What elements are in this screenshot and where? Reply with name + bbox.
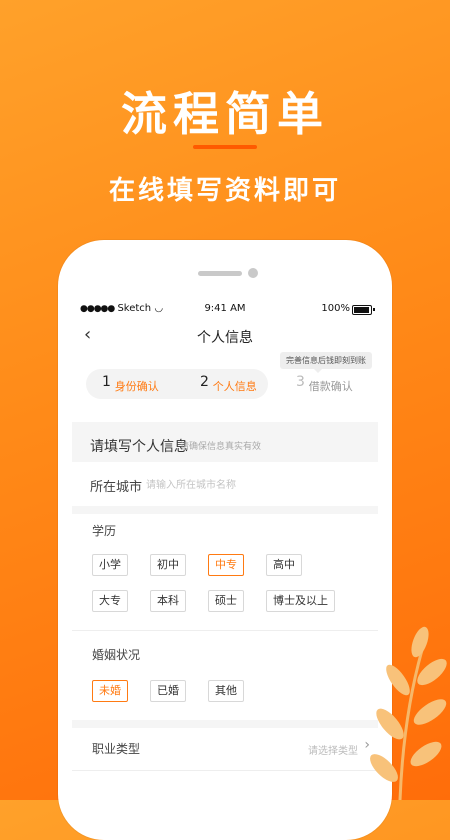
job-type-row[interactable]: 职业类型 请选择类型 › — [72, 730, 378, 766]
steps-tip: 完善信息后钱即刻到账 — [280, 352, 372, 373]
edu-option-primary[interactable]: 小学 — [92, 554, 128, 576]
job-type-label: 职业类型 — [92, 742, 141, 756]
edu-option-master[interactable]: 硕士 — [208, 590, 244, 612]
headline-divider — [193, 145, 257, 149]
promo-subheadline: 在线填写资料即可 — [108, 176, 341, 206]
city-row: 所在城市 — [72, 462, 378, 506]
city-label: 所在城市 — [90, 480, 143, 495]
battery-percent: 100% — [321, 303, 350, 314]
phone-speaker — [198, 271, 242, 276]
edu-option-vocational[interactable]: 中专 — [208, 554, 244, 576]
page-title: 个人信息 — [197, 330, 253, 346]
edu-option-college[interactable]: 大专 — [92, 590, 128, 612]
wheat-leaves-decoration — [370, 626, 447, 800]
section-title: 请填写个人信息 — [90, 439, 188, 455]
battery-icon — [352, 305, 372, 315]
edu-option-junior-high[interactable]: 初中 — [150, 554, 186, 576]
marital-option-married[interactable]: 已婚 — [150, 680, 186, 702]
progress-steps: 完善信息后钱即刻到账 1 身份确认 2 个人信息 3 借款确认 — [72, 352, 378, 414]
step-loan-confirm: 3 借款确认 — [296, 374, 353, 393]
status-bar: ●●●●● Sketch ◡ 9:41 AM 100% — [72, 300, 378, 318]
job-type-select[interactable]: 请选择类型 — [308, 742, 358, 757]
marital-option-single[interactable]: 未婚 — [92, 680, 128, 702]
education-label: 学历 — [92, 524, 117, 538]
step-personal-info: 2 个人信息 — [200, 374, 257, 393]
section-header: 请填写个人信息 请确保信息真实有效 — [72, 422, 378, 462]
city-input[interactable] — [144, 474, 348, 496]
section-subtitle: 请确保信息真实有效 — [180, 442, 262, 452]
promo-headline: 流程简单 — [121, 87, 329, 141]
phone-camera — [248, 268, 258, 278]
edu-option-bachelor[interactable]: 本科 — [150, 590, 186, 612]
edu-option-high-school[interactable]: 高中 — [266, 554, 302, 576]
step-identity: 1 身份确认 — [102, 374, 159, 393]
edu-option-doctor[interactable]: 博士及以上 — [266, 590, 335, 612]
nav-bar: ‹ 个人信息 — [72, 318, 378, 352]
marital-option-other[interactable]: 其他 — [208, 680, 244, 702]
marital-label: 婚姻状况 — [92, 648, 141, 662]
phone-screen: ●●●●● Sketch ◡ 9:41 AM 100% ‹ 个人信息 完善信息后… — [72, 300, 378, 800]
